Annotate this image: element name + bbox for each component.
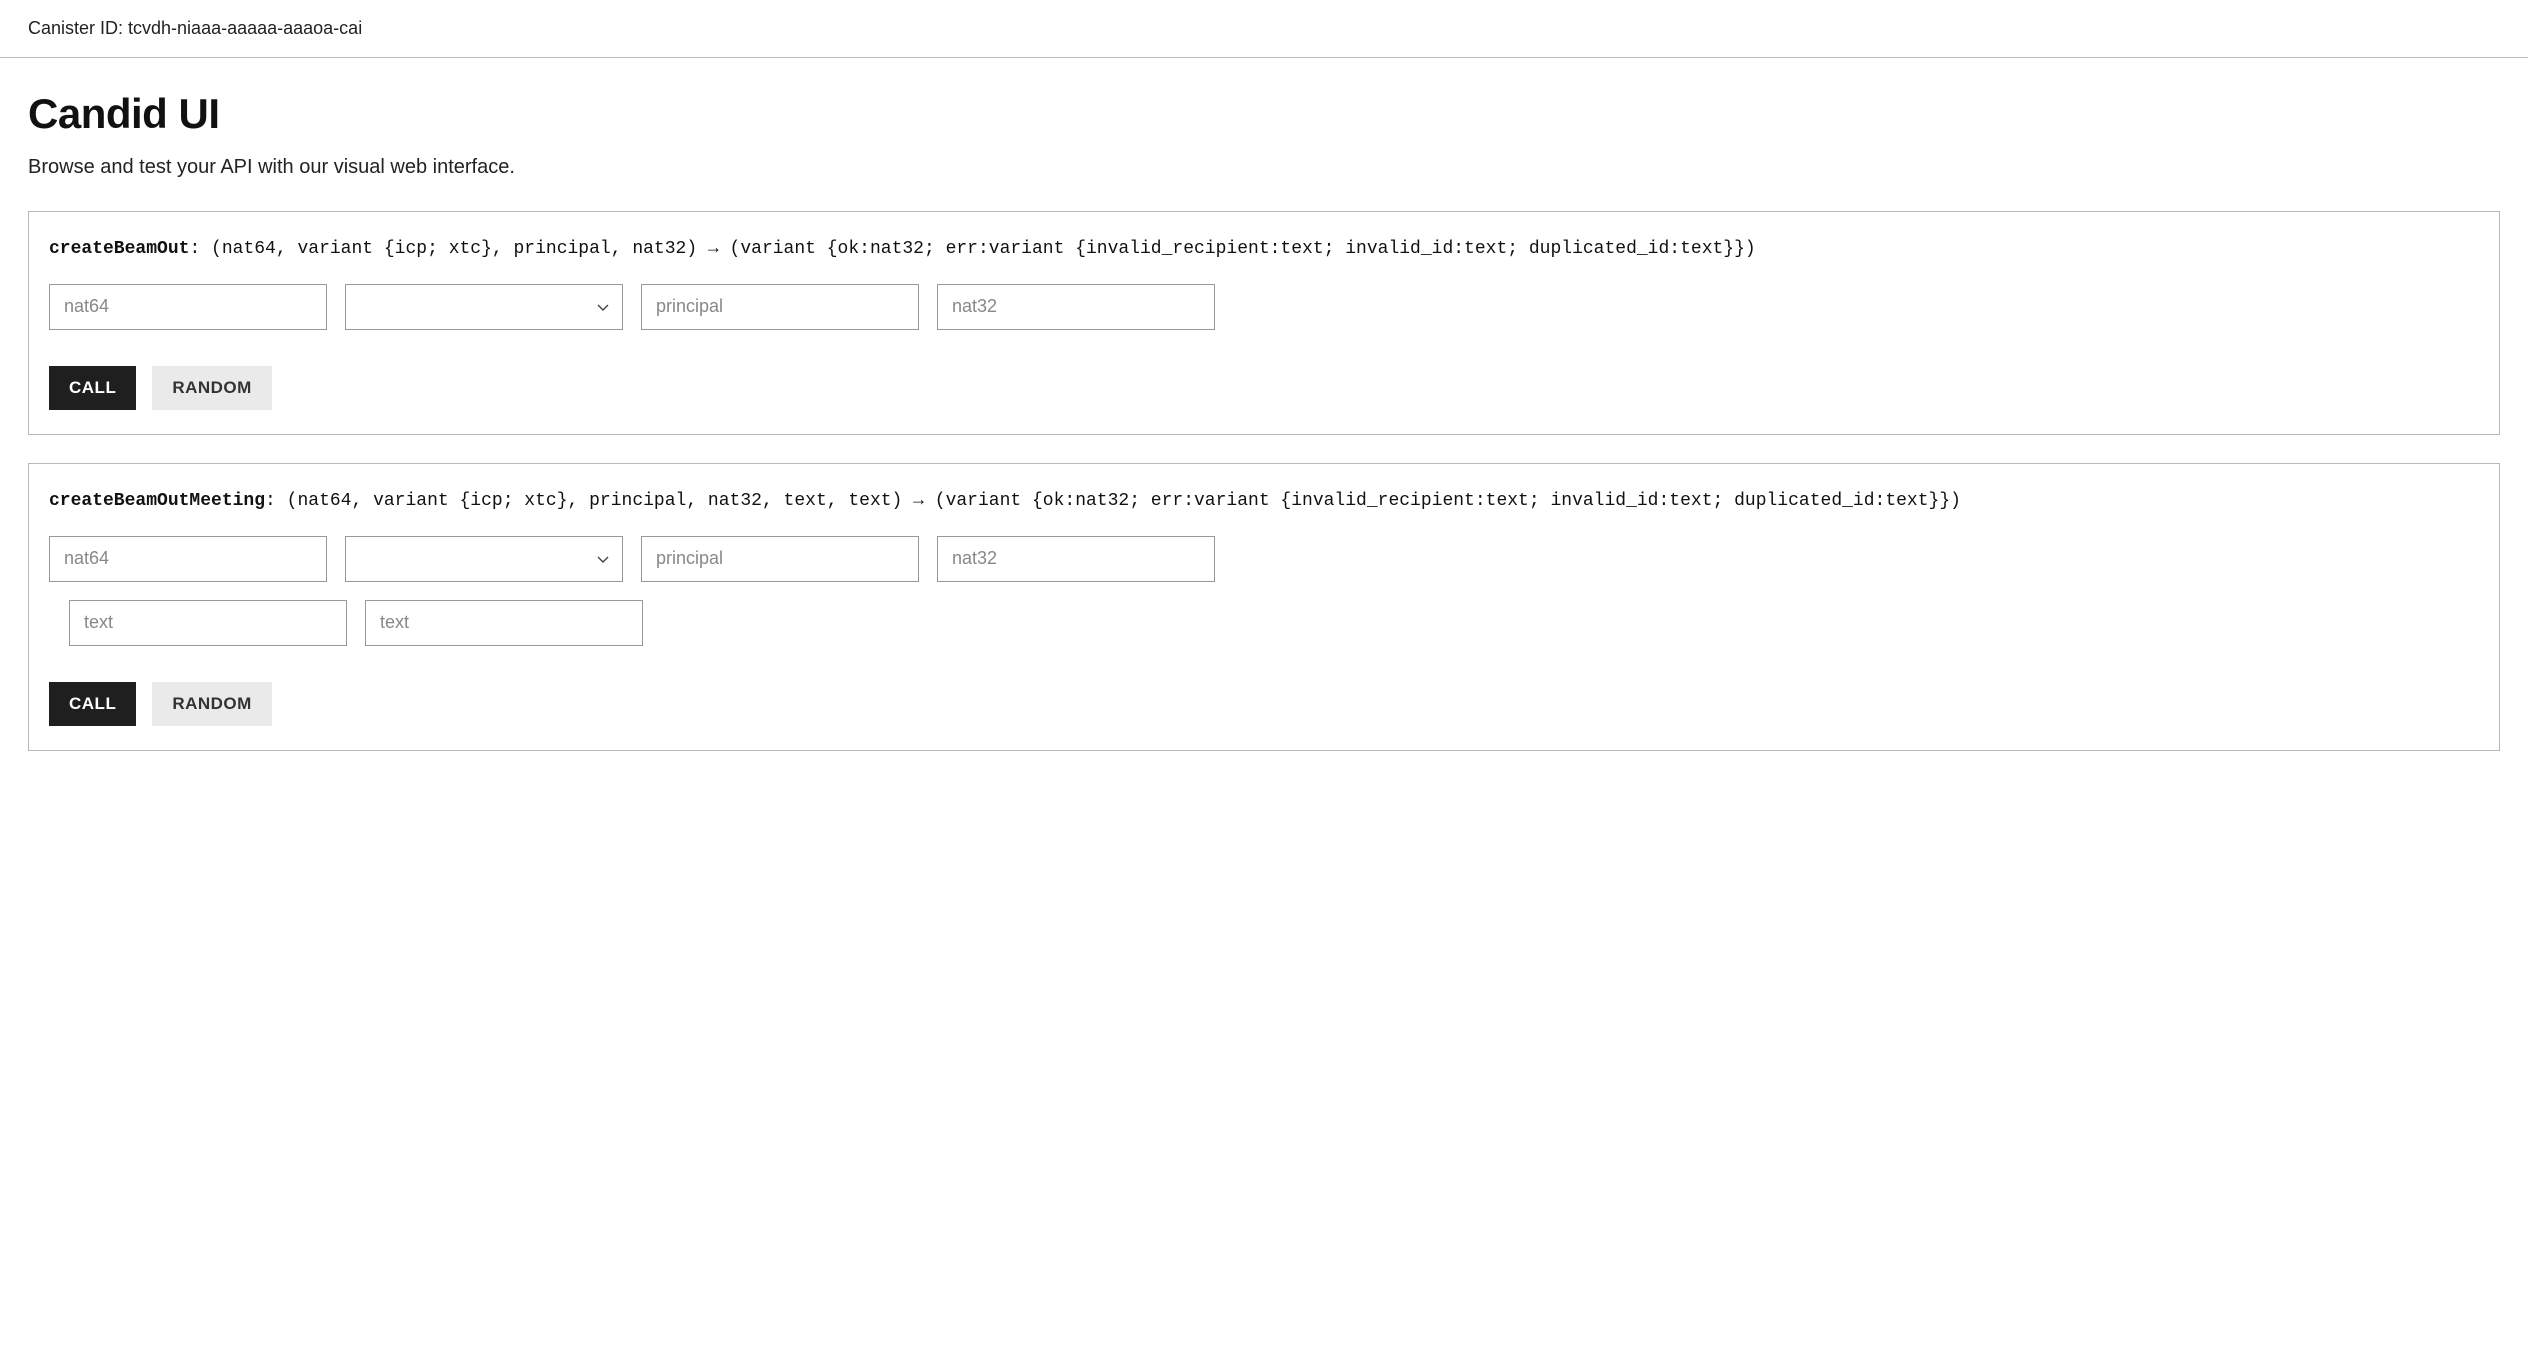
param-input-text[interactable] <box>365 600 643 646</box>
method-name: createBeamOutMeeting <box>49 491 265 511</box>
method-colon: : <box>265 491 276 511</box>
param-select-wrap <box>345 536 623 582</box>
method-card-createBeamOut: createBeamOut: (nat64, variant {icp; xtc… <box>28 211 2500 435</box>
page-title: Candid UI <box>28 90 2500 138</box>
param-input-nat32[interactable] <box>937 284 1215 330</box>
param-select-variant[interactable] <box>345 284 623 330</box>
canister-id-label: Canister ID: tcvdh-niaaa-aaaaa-aaaoa-cai <box>28 18 362 38</box>
inputs-row <box>49 284 2479 330</box>
button-row: CALL RANDOM <box>49 682 2479 726</box>
param-select-wrap <box>345 284 623 330</box>
method-signature: createBeamOutMeeting: (nat64, variant {i… <box>49 488 2479 516</box>
method-card-createBeamOutMeeting: createBeamOutMeeting: (nat64, variant {i… <box>28 463 2500 751</box>
method-signature-rest: (nat64, variant {icp; xtc}, principal, n… <box>200 239 1755 259</box>
param-select-variant[interactable] <box>345 536 623 582</box>
param-input-nat64[interactable] <box>49 284 327 330</box>
method-signature: createBeamOut: (nat64, variant {icp; xtc… <box>49 236 2479 264</box>
param-input-principal[interactable] <box>641 536 919 582</box>
main-container: Candid UI Browse and test your API with … <box>0 58 2528 811</box>
inputs-row-2 <box>49 600 2479 646</box>
page-subtitle: Browse and test your API with our visual… <box>28 156 2500 179</box>
inputs-row <box>49 536 2479 582</box>
random-button[interactable]: RANDOM <box>152 366 272 410</box>
button-row: CALL RANDOM <box>49 366 2479 410</box>
method-signature-rest: (nat64, variant {icp; xtc}, principal, n… <box>276 491 1961 511</box>
param-input-nat32[interactable] <box>937 536 1215 582</box>
param-input-nat64[interactable] <box>49 536 327 582</box>
header-bar: Canister ID: tcvdh-niaaa-aaaaa-aaaoa-cai <box>0 0 2528 58</box>
param-input-principal[interactable] <box>641 284 919 330</box>
call-button[interactable]: CALL <box>49 682 136 726</box>
method-name: createBeamOut <box>49 239 189 259</box>
random-button[interactable]: RANDOM <box>152 682 272 726</box>
call-button[interactable]: CALL <box>49 366 136 410</box>
param-input-text[interactable] <box>69 600 347 646</box>
method-colon: : <box>189 239 200 259</box>
